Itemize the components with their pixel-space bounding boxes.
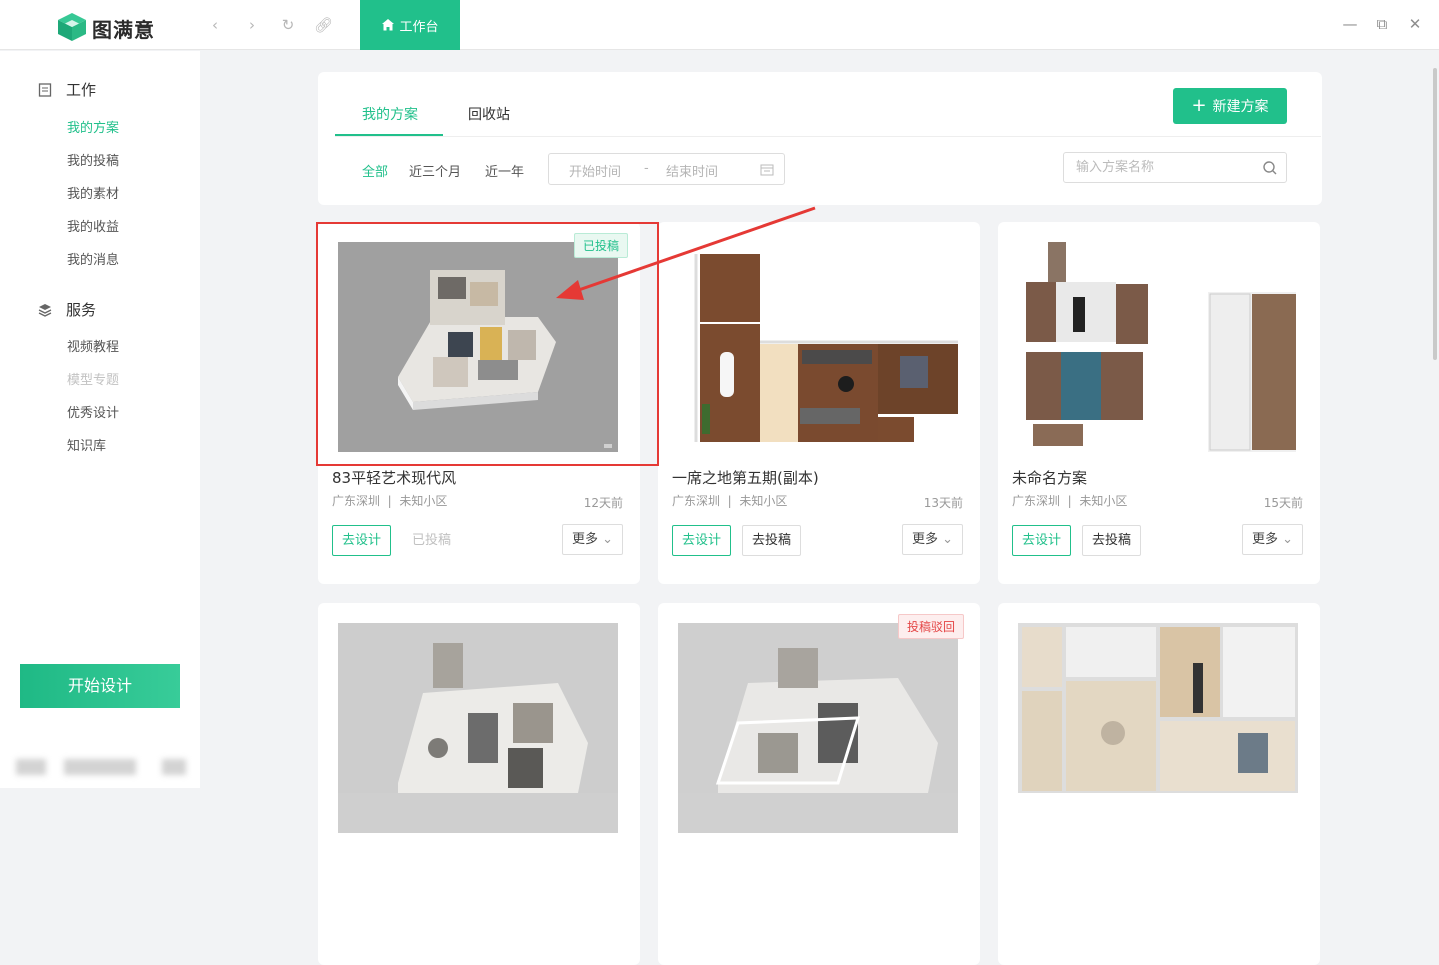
layers-icon	[38, 303, 52, 317]
sidebar: 工作 我的方案 我的投稿 我的素材 我的收益 我的消息 服务 视频教程 模型专题…	[0, 51, 200, 788]
start-design-button[interactable]: 开始设计	[20, 664, 180, 708]
chevron-down-icon: ⌄	[602, 532, 614, 547]
floorplan-image	[694, 254, 958, 442]
date-range-picker[interactable]: 开始时间 - 结束时间	[548, 153, 785, 185]
go-submit-button[interactable]: 去投稿	[742, 525, 801, 556]
chevron-down-icon: ⌄	[1282, 532, 1294, 547]
more-button[interactable]: 更多 ⌄	[562, 524, 623, 555]
plan-location: 广东深圳 | 未知小区	[672, 494, 788, 508]
plan-updated-time: 12天前	[583, 496, 623, 510]
search-input[interactable]	[1064, 153, 1254, 182]
user-info[interactable]	[16, 753, 186, 779]
sidebar-item-knowledge-base[interactable]: 知识库	[67, 435, 106, 454]
end-date-field[interactable]: 结束时间	[666, 161, 718, 180]
plan-updated-time: 15天前	[1263, 496, 1303, 510]
more-button[interactable]: 更多 ⌄	[902, 524, 963, 555]
sidebar-section-service-label: 服务	[66, 301, 97, 319]
plan-thumbnail[interactable]	[1018, 242, 1298, 452]
plus-icon: +	[1191, 95, 1207, 116]
go-design-button[interactable]: 去设计	[332, 525, 391, 556]
minimize-icon[interactable]: —	[1340, 14, 1360, 34]
floorplan-image	[1018, 623, 1298, 793]
tab-divider	[335, 136, 1321, 137]
sidebar-item-video-tutorials[interactable]: 视频教程	[67, 336, 119, 355]
restore-icon[interactable]: ⧉	[1372, 14, 1392, 34]
plan-thumbnail[interactable]	[678, 623, 958, 833]
plan-card[interactable]: 未命名方案 广东深圳 | 未知小区 15天前 去设计 去投稿 更多 ⌄	[998, 222, 1320, 584]
tab-active-indicator	[335, 134, 443, 136]
more-button[interactable]: 更多 ⌄	[1242, 524, 1303, 555]
filter-one-year[interactable]: 近一年	[485, 161, 524, 180]
new-plan-button[interactable]: + 新建方案	[1173, 88, 1287, 124]
sidebar-section-work: 工作	[38, 79, 96, 100]
status-badge: 已投稿	[573, 233, 628, 258]
logo-icon	[58, 13, 86, 41]
plan-card[interactable]: 一席之地第五期(副本) 广东深圳 | 未知小区 13天前 去设计 去投稿 更多 …	[658, 222, 980, 584]
plan-title[interactable]: 一席之地第五期(副本)	[672, 467, 819, 488]
date-separator: -	[644, 161, 649, 176]
sidebar-item-great-designs[interactable]: 优秀设计	[67, 402, 119, 421]
tab-workspace[interactable]: 工作台	[360, 0, 460, 50]
plans-header-panel: 我的方案 回收站 + 新建方案 全部 近三个月 近一年 开始时间 - 结束时间	[318, 72, 1322, 205]
search-box	[1063, 152, 1287, 183]
plan-thumbnail[interactable]	[678, 242, 958, 452]
calendar-icon	[760, 164, 774, 176]
plan-card[interactable]	[998, 603, 1320, 965]
plan-location: 广东深圳 | 未知小区	[332, 494, 448, 508]
back-icon[interactable]: ‹	[206, 16, 224, 34]
title-bar: 图满意 ‹ › ↻ 🔗︎ 工作台 — ⧉ ✕	[0, 0, 1439, 50]
plan-title[interactable]: 83平轻艺术现代风	[332, 467, 456, 488]
search-icon[interactable]	[1262, 160, 1278, 176]
chevron-down-icon: ⌄	[942, 532, 954, 547]
sidebar-item-my-plans[interactable]: 我的方案	[67, 117, 119, 136]
plan-card[interactable]: 投稿驳回	[658, 603, 980, 965]
sidebar-section-work-label: 工作	[66, 81, 97, 99]
link-icon[interactable]: 🔗︎	[314, 16, 333, 34]
go-design-button[interactable]: 去设计	[672, 525, 731, 556]
plan-updated-time: 13天前	[923, 496, 963, 510]
plan-card[interactable]: 已投稿 83平轻艺术现代风 广东深圳 | 未知小区 12天前 去设计 已投稿 更…	[318, 222, 640, 584]
floorplan-3d-image	[338, 242, 618, 452]
plan-title[interactable]: 未命名方案	[1012, 467, 1087, 488]
go-submit-button[interactable]: 去投稿	[1082, 525, 1141, 556]
tab-workspace-label: 工作台	[399, 19, 439, 35]
status-badge: 投稿驳回	[897, 614, 964, 639]
scrollbar[interactable]	[1433, 68, 1437, 360]
app-name: 图满意	[92, 18, 155, 42]
refresh-icon[interactable]: ↻	[279, 16, 297, 34]
plan-card[interactable]	[318, 603, 640, 965]
tab-recycle-bin[interactable]: 回收站	[468, 104, 510, 124]
floorplan-3d-image	[678, 623, 958, 793]
home-icon	[382, 19, 395, 31]
filter-three-months[interactable]: 近三个月	[409, 161, 461, 180]
filter-all[interactable]: 全部	[362, 161, 388, 180]
sidebar-item-model-topics[interactable]: 模型专题	[67, 369, 119, 388]
sidebar-item-my-messages[interactable]: 我的消息	[67, 249, 119, 268]
start-date-field[interactable]: 开始时间	[569, 161, 621, 180]
plan-thumbnail[interactable]	[338, 242, 618, 452]
floorplan-image	[1026, 242, 1296, 452]
tab-my-plans[interactable]: 我的方案	[362, 104, 418, 124]
plan-location: 广东深圳 | 未知小区	[1012, 494, 1128, 508]
new-plan-label: 新建方案	[1212, 99, 1269, 115]
document-icon	[38, 82, 52, 97]
go-design-button[interactable]: 去设计	[1012, 525, 1071, 556]
plan-thumbnail[interactable]	[1018, 623, 1298, 833]
forward-icon[interactable]: ›	[243, 16, 261, 34]
sidebar-item-my-submissions[interactable]: 我的投稿	[67, 150, 119, 169]
floorplan-3d-image	[338, 623, 618, 793]
plan-thumbnail[interactable]	[338, 623, 618, 833]
submitted-label: 已投稿	[411, 533, 451, 548]
sidebar-item-my-materials[interactable]: 我的素材	[67, 183, 119, 202]
close-icon[interactable]: ✕	[1405, 14, 1425, 34]
sidebar-item-my-earnings[interactable]: 我的收益	[67, 216, 119, 235]
sidebar-section-service: 服务	[38, 299, 96, 320]
